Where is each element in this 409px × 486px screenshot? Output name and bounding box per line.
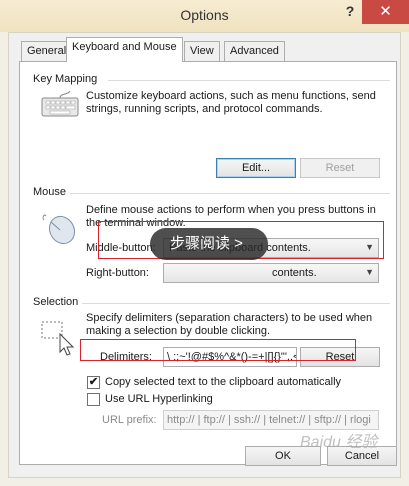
- url-hyperlinking-checkbox[interactable]: [87, 393, 100, 406]
- step-reading-overlay[interactable]: 步骤阅读 >: [150, 228, 268, 260]
- url-prefix-label: URL prefix:: [102, 414, 157, 426]
- highlight-box-copy-option: [80, 339, 356, 361]
- section-title-key-mapping: Key Mapping: [33, 73, 98, 85]
- help-button[interactable]: ?: [340, 3, 360, 23]
- tab-general[interactable]: General: [21, 41, 73, 61]
- selection-cursor-icon: [41, 321, 75, 356]
- tab-view[interactable]: View: [184, 41, 220, 61]
- right-button-value: contents.: [272, 267, 317, 279]
- url-prefix-input[interactable]: http:// | ftp:// | ssh:// | telnet:// | …: [163, 410, 379, 430]
- divider: [82, 303, 390, 304]
- mouse-desc-line1: Define mouse actions to perform when you…: [86, 204, 376, 216]
- url-hyperlinking-label: Use URL Hyperlinking: [105, 393, 213, 405]
- edit-button[interactable]: Edit...: [216, 158, 296, 178]
- key-mapping-reset-button[interactable]: Reset: [300, 158, 380, 178]
- mouse-icon: [42, 214, 76, 245]
- tab-panel: Key Mapping Customize keyboard actions, …: [19, 61, 397, 465]
- tab-advanced[interactable]: Advanced: [224, 41, 285, 61]
- selection-desc-line1: Specify delimiters (separation character…: [86, 312, 373, 324]
- divider: [108, 80, 390, 81]
- right-button-dropdown[interactable]: contents. ▼: [163, 263, 379, 283]
- key-mapping-desc-line1: Customize keyboard actions, such as menu…: [86, 90, 376, 102]
- tab-keyboard-and-mouse[interactable]: Keyboard and Mouse: [66, 37, 183, 62]
- divider: [70, 193, 390, 194]
- key-mapping-desc-line2: strings, running scripts, and protocol c…: [86, 103, 323, 115]
- chevron-down-icon: ▼: [365, 267, 374, 277]
- copy-to-clipboard-label: Copy selected text to the clipboard auto…: [105, 376, 342, 388]
- section-title-mouse: Mouse: [33, 186, 67, 198]
- watermark-text: Baidu 经验: [300, 434, 378, 451]
- right-button-label: Right-button:: [86, 267, 149, 279]
- copy-to-clipboard-checkbox[interactable]: ✔: [87, 376, 100, 389]
- title-bar: Options ? ✕: [0, 0, 409, 32]
- close-button[interactable]: ✕: [362, 0, 409, 24]
- selection-desc-line2: making a selection by double clicking.: [86, 325, 271, 337]
- keyboard-icon: [41, 90, 79, 117]
- section-title-selection: Selection: [33, 296, 79, 308]
